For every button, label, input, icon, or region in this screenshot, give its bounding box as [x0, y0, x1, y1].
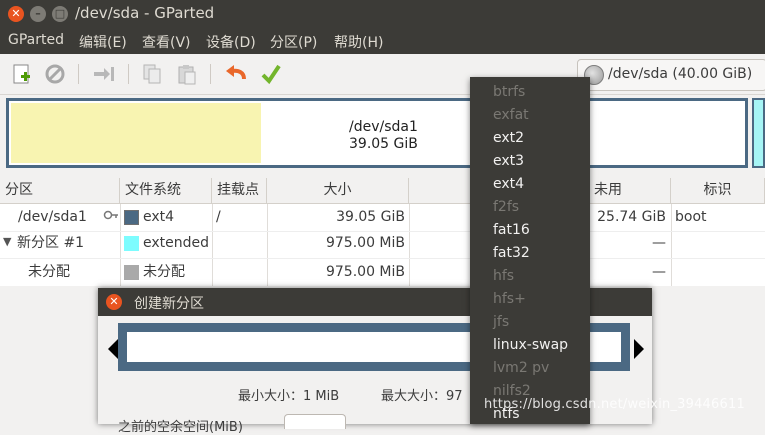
partition-used-space	[11, 103, 261, 163]
row-size: 975.00 MiB	[325, 235, 405, 251]
key-icon	[103, 208, 119, 226]
new-partition-icon[interactable]	[10, 63, 34, 85]
filesystem-option: jfs	[493, 314, 510, 330]
watermark: https://blog.csdn.net/weixin_39446611	[484, 397, 745, 412]
column-divider	[212, 204, 213, 286]
resize-move-icon[interactable]	[92, 63, 116, 85]
row-filesystem: extended	[143, 235, 210, 251]
resize-handle-right-icon[interactable]	[634, 339, 644, 359]
row-flags: boot	[675, 209, 707, 225]
filesystem-option[interactable]: linux-swap	[493, 337, 568, 353]
column-header-unused[interactable]: 未用	[589, 178, 671, 204]
filesystem-option[interactable]: ext3	[493, 153, 524, 169]
filesystem-dropdown-menu: btrfs exfat ext2 ext3 ext4 f2fs fat16 fat32 hfs h…	[470, 77, 590, 424]
column-header-flags[interactable]: 标识	[671, 178, 765, 204]
filesystem-option: btrfs	[493, 84, 526, 100]
row-partition: 未分配	[28, 264, 70, 280]
free-space-before-input[interactable]	[284, 414, 346, 429]
filesystem-color-swatch	[124, 265, 139, 280]
menu-edit[interactable]: 编辑(E)	[79, 32, 127, 52]
paste-icon[interactable]	[175, 63, 199, 85]
max-size-label: 最大大小：97	[381, 389, 463, 404]
undo-icon[interactable]	[224, 63, 248, 85]
graph-partition-size: 39.05 GiB	[349, 136, 418, 152]
filesystem-option: lvm2 pv	[493, 360, 550, 376]
filesystem-option: f2fs	[493, 199, 520, 215]
column-header-partition[interactable]: 分区	[0, 178, 120, 204]
toolbar-separator	[78, 64, 79, 84]
column-divider	[671, 204, 672, 286]
maximize-window-button[interactable]: □	[52, 6, 68, 22]
row-mountpoint: /	[216, 209, 221, 225]
minimize-window-button[interactable]: –	[30, 6, 46, 22]
column-divider	[409, 204, 410, 286]
min-size-label: 最小大小：1 MiB	[238, 389, 340, 404]
toolbar-separator	[210, 64, 211, 84]
extended-partition-graph[interactable]	[752, 98, 765, 168]
menu-view[interactable]: 查看(V)	[142, 32, 191, 52]
column-header-filesystem[interactable]: 文件系统	[120, 178, 212, 204]
row-size: 39.05 GiB	[336, 209, 405, 225]
resize-handle-left-icon[interactable]	[108, 339, 118, 359]
column-header-size[interactable]: 大小	[267, 178, 409, 204]
row-unused: —	[652, 235, 666, 251]
row-unused: 25.74 GiB	[597, 209, 666, 225]
column-divider	[120, 204, 121, 286]
expander-down-icon[interactable]: ▼	[3, 235, 11, 248]
delete-icon[interactable]	[43, 63, 67, 85]
menu-partition[interactable]: 分区(P)	[270, 32, 317, 52]
filesystem-option: hfs+	[493, 291, 526, 307]
filesystem-option: hfs	[493, 268, 515, 284]
toolbar: /dev/sda (40.00 GiB)	[0, 54, 765, 95]
menu-help[interactable]: 帮助(H)	[334, 32, 383, 52]
filesystem-option: exfat	[493, 107, 529, 123]
dialog-title: 创建新分区	[134, 296, 204, 312]
title-bar: ✕ – □ /dev/sda - GParted	[0, 0, 765, 28]
filesystem-option[interactable]: fat16	[493, 222, 530, 238]
column-header-mountpoint[interactable]: 挂载点	[212, 178, 267, 204]
filesystem-option[interactable]: ext4	[493, 176, 524, 192]
apply-icon[interactable]	[259, 63, 283, 85]
copy-icon[interactable]	[140, 63, 164, 85]
device-select-label: /dev/sda (40.00 GiB)	[608, 66, 753, 82]
filesystem-color-swatch	[124, 236, 139, 251]
device-select[interactable]: /dev/sda (40.00 GiB)	[577, 59, 765, 91]
menu-device[interactable]: 设备(D)	[206, 32, 256, 52]
filesystem-option[interactable]: ext2	[493, 130, 524, 146]
row-size: 975.00 MiB	[325, 264, 405, 280]
free-space-before-label: 之前的空余空间(MiB)	[118, 420, 243, 435]
menu-gparted[interactable]: GParted	[8, 32, 64, 48]
filesystem-color-swatch	[124, 210, 139, 225]
row-filesystem: ext4	[143, 209, 175, 225]
graph-partition-name: /dev/sda1	[349, 119, 418, 135]
row-partition: /dev/sda1	[18, 209, 87, 225]
menu-bar: GParted 编辑(E) 查看(V) 设备(D) 分区(P) 帮助(H)	[0, 28, 765, 54]
row-filesystem: 未分配	[143, 264, 185, 280]
close-window-button[interactable]: ✕	[8, 6, 24, 22]
window-title: /dev/sda - GParted	[75, 4, 215, 22]
disk-graph[interactable]: /dev/sda1 39.05 GiB	[6, 98, 748, 168]
row-unused: —	[652, 264, 666, 280]
toolbar-separator	[128, 64, 129, 84]
row-partition: 新分区 #1	[17, 235, 85, 251]
filesystem-option[interactable]: fat32	[493, 245, 530, 261]
dialog-close-button[interactable]: ✕	[106, 294, 122, 310]
partition-table: 分区 文件系统 挂载点 大小 已 未用 标识 /dev/sda1 ext4 / …	[0, 178, 765, 286]
